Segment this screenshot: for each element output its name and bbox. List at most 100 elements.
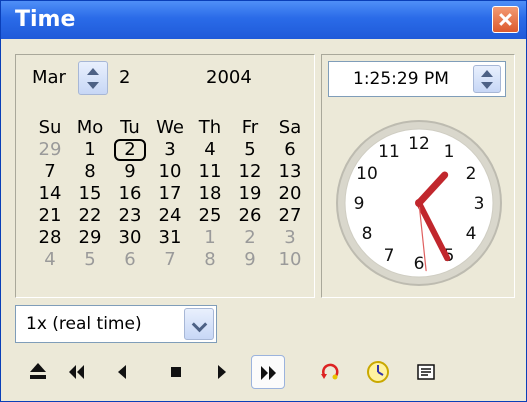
rewind-button[interactable] [59,355,93,389]
calendar-week: 7 8 9 10 11 12 13 [30,161,312,183]
calendar-day[interactable]: 7 [30,161,70,183]
calendar-day[interactable]: 3 [270,227,310,249]
calendar-week: 14 15 16 17 18 19 20 [30,183,312,205]
calendar-day[interactable]: 10 [150,161,190,183]
clock-numeral: 7 [384,246,395,266]
calendar-day[interactable]: 27 [270,205,310,227]
calendar-day[interactable]: 1 [190,227,230,249]
weekday-label: Sa [278,117,302,138]
calendar-day[interactable]: 29 [70,227,110,249]
weekday-label: We [156,117,184,138]
clock-numeral: 3 [474,194,485,214]
calendar-day[interactable]: 10 [270,249,310,271]
clock-numeral: 6 [414,254,425,274]
calendar-day[interactable]: 28 [30,227,70,249]
clock-numeral: 12 [408,134,430,154]
fast-forward-button[interactable] [251,355,285,389]
calendar-day[interactable]: 24 [150,205,190,227]
spin-down-icon[interactable] [87,82,99,89]
weekday-label: Mo [76,117,104,138]
calendar-day[interactable]: 31 [150,227,190,249]
play-button[interactable] [205,355,239,389]
spin-up-icon[interactable] [481,70,493,77]
calendar-day[interactable]: 16 [110,183,150,205]
playback-toolbar [15,351,515,393]
calendar-day[interactable]: 19 [230,183,270,205]
rewind-icon [69,365,84,379]
time-value[interactable]: 1:25:29 PM [353,69,449,89]
calendar-day[interactable]: 14 [30,183,70,205]
calendar-day[interactable]: 4 [190,139,230,161]
month-value[interactable]: Mar [32,67,66,88]
year-value[interactable]: 2004 [206,67,252,88]
calendar-day[interactable]: 6 [270,139,310,161]
stop-button[interactable] [159,355,193,389]
calendar-day-selected[interactable]: 2 [114,139,146,161]
loop-button[interactable] [313,355,347,389]
calendar-day[interactable]: 9 [110,161,150,183]
speed-dropdown[interactable]: 1x (real time) [15,305,217,343]
eject-button[interactable] [21,355,55,389]
analog-clock: 121234567891011 [336,120,502,286]
calendar-day[interactable]: 8 [70,161,110,183]
title-bar[interactable]: Time [1,1,526,39]
calendar-day[interactable]: 2 [230,227,270,249]
calendar-week: 4 5 6 7 8 9 10 [30,249,312,271]
calendar-day[interactable]: 22 [70,205,110,227]
calendar-day[interactable]: 9 [230,249,270,271]
calendar-day[interactable]: 5 [70,249,110,271]
calendar-day[interactable]: 29 [30,139,70,161]
time-spinner[interactable] [473,65,501,93]
weekday-header: Su Mo Tu We Th Fr Sa [30,117,312,139]
calendar-day[interactable]: 3 [150,139,190,161]
calendar-day[interactable]: 18 [190,183,230,205]
calendar-day[interactable]: 30 [110,227,150,249]
calendar-day[interactable]: 7 [150,249,190,271]
spin-up-icon[interactable] [87,68,99,75]
day-value[interactable]: 2 [119,67,130,88]
close-button[interactable] [492,6,519,33]
clock-numeral: 9 [354,194,365,214]
calendar-day[interactable]: 12 [230,161,270,183]
clock-sync-button[interactable] [361,355,395,389]
calendar-day[interactable]: 25 [190,205,230,227]
calendar-day[interactable]: 4 [30,249,70,271]
time-window: Time Mar 2 2004 Su Mo Tu We Th Fr Sa 29 1 2 3 4 5 6 7 8… [0,0,527,402]
clock-numeral: 2 [466,164,477,184]
calendar-day[interactable]: 17 [150,183,190,205]
calendar-day[interactable]: 21 [30,205,70,227]
weekday-label: Th [198,117,222,138]
calendar-day[interactable]: 15 [70,183,110,205]
details-button[interactable] [409,355,443,389]
calendar-day[interactable]: 26 [230,205,270,227]
calendar-week: 29 1 2 3 4 5 6 [30,139,312,161]
details-icon [417,364,435,380]
weekday-label: Tu [120,117,140,138]
clock-numeral: 1 [444,142,455,162]
clock-sync-icon [367,361,389,383]
calendar-week: 28 29 30 31 1 2 3 [30,227,312,249]
clock-numeral: 8 [362,224,373,244]
play-icon [218,365,226,379]
clock-panel: 1:25:29 PM 121234567891011 [321,54,515,298]
clock-center [415,199,423,207]
calendar-day[interactable]: 6 [110,249,150,271]
fast-forward-icon [261,366,276,380]
calendar-day[interactable]: 5 [230,139,270,161]
step-back-button[interactable] [105,355,139,389]
speed-value: 1x (real time) [26,314,142,334]
calendar-grid: Su Mo Tu We Th Fr Sa 29 1 2 3 4 5 6 7 8 9 10 11 12 13 14 15 16 1… [30,117,312,271]
calendar-day[interactable]: 11 [190,161,230,183]
calendar-day[interactable]: 8 [190,249,230,271]
dropdown-button[interactable] [184,308,214,340]
calendar-day[interactable]: 13 [270,161,310,183]
calendar-day[interactable]: 1 [70,139,110,161]
weekday-label: Fr [241,117,259,138]
calendar-day[interactable]: 20 [270,183,310,205]
weekday-label: Su [38,117,62,138]
time-field[interactable]: 1:25:29 PM [328,61,506,97]
window-title: Time [15,7,76,32]
month-spinner[interactable] [78,61,108,95]
spin-down-icon[interactable] [481,82,493,89]
calendar-day[interactable]: 23 [110,205,150,227]
